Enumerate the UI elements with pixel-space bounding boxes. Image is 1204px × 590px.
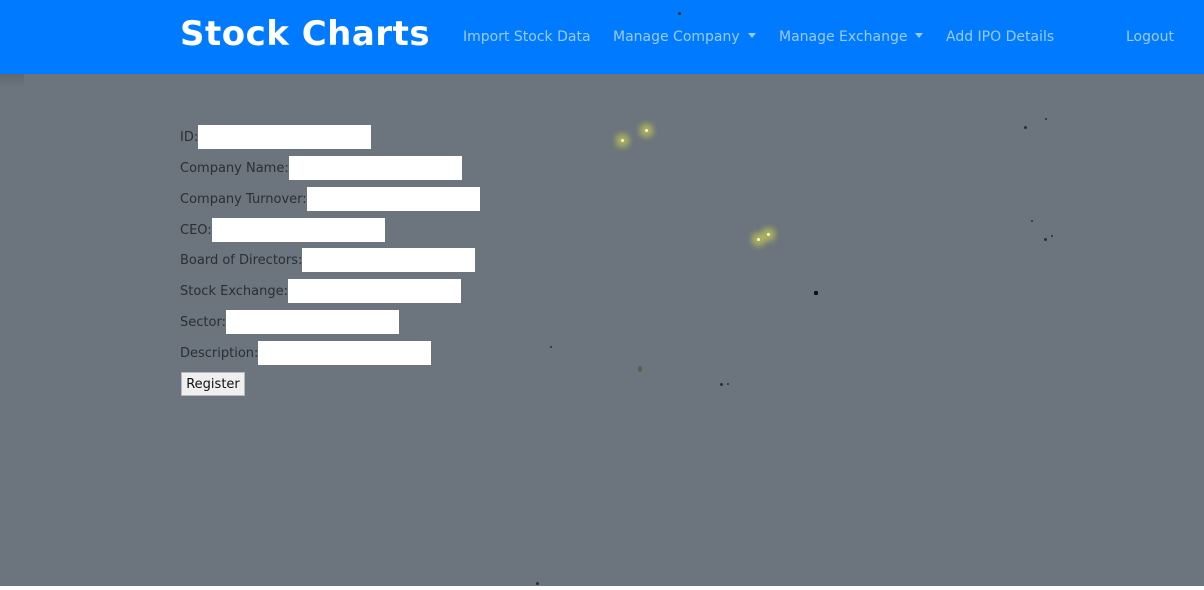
- background-speck: [1051, 235, 1053, 237]
- description-input[interactable]: [258, 341, 432, 365]
- nav-add-ipo-details-label: Add IPO Details: [946, 29, 1055, 45]
- id-input[interactable]: [198, 125, 372, 149]
- nav-import-stock-data-label: Import Stock Data: [463, 29, 591, 45]
- background-speck: [678, 12, 681, 15]
- firefly-glow: [757, 238, 760, 241]
- nav-add-ipo-details[interactable]: Add IPO Details: [946, 27, 1054, 47]
- caret-down-icon: [747, 33, 756, 38]
- brand-title[interactable]: Stock Charts: [180, 12, 430, 56]
- form-row-ceo: CEO:: [180, 218, 385, 242]
- form-row-company-turnover: Company Turnover:: [180, 187, 480, 211]
- form-row-board-of-directors: Board of Directors:: [180, 248, 476, 272]
- register-button[interactable]: Register: [181, 372, 245, 396]
- form-row-description: Description:: [180, 341, 432, 365]
- id-label: ID:: [180, 129, 199, 145]
- background-speck: [1031, 220, 1033, 222]
- nav-manage-company-dropdown[interactable]: Manage Company: [613, 27, 756, 47]
- navbar-shadow: [0, 74, 24, 88]
- nav-manage-company-label: Manage Company: [613, 29, 740, 45]
- sector-label: Sector:: [180, 314, 226, 330]
- form-row-company-name: Company Name:: [180, 156, 462, 180]
- form-row-id: ID:: [180, 125, 372, 149]
- nav-logout-label: Logout: [1126, 29, 1174, 45]
- company-turnover-input[interactable]: [306, 187, 480, 211]
- nav-manage-exchange-dropdown[interactable]: Manage Exchange: [779, 27, 924, 47]
- sector-input[interactable]: [225, 310, 399, 334]
- ceo-input[interactable]: [211, 218, 385, 242]
- stock-exchange-input[interactable]: [288, 279, 462, 303]
- stock-exchange-label: Stock Exchange:: [180, 283, 289, 299]
- company-name-label: Company Name:: [180, 160, 289, 176]
- description-label: Description:: [180, 345, 259, 361]
- background-speck: [1044, 238, 1047, 241]
- background-speck: [536, 582, 539, 585]
- nav-import-stock-data[interactable]: Import Stock Data: [463, 27, 591, 47]
- board-of-directors-label: Board of Directors:: [180, 252, 303, 268]
- board-of-directors-input[interactable]: [302, 248, 476, 272]
- background-speck: [1045, 118, 1047, 120]
- background-speck: [720, 383, 723, 386]
- firefly-glow: [645, 129, 648, 132]
- background-speck: [727, 383, 729, 385]
- background-speck: [638, 366, 642, 372]
- background-speck: [550, 346, 552, 348]
- nav-logout[interactable]: Logout: [1126, 27, 1174, 47]
- ceo-label: CEO:: [180, 222, 212, 238]
- form-row-stock-exchange: Stock Exchange:: [180, 279, 462, 303]
- caret-down-icon: [915, 33, 924, 38]
- nav-manage-exchange-label: Manage Exchange: [779, 29, 908, 45]
- background-speck: [814, 291, 818, 295]
- company-name-input[interactable]: [288, 156, 462, 180]
- firefly-glow: [767, 233, 770, 236]
- form-row-sector: Sector:: [180, 310, 399, 334]
- company-turnover-label: Company Turnover:: [180, 191, 307, 207]
- top-navbar: Stock Charts Import Stock Data Manage Co…: [0, 0, 1204, 74]
- background-speck: [1024, 126, 1027, 129]
- firefly-glow: [621, 139, 624, 142]
